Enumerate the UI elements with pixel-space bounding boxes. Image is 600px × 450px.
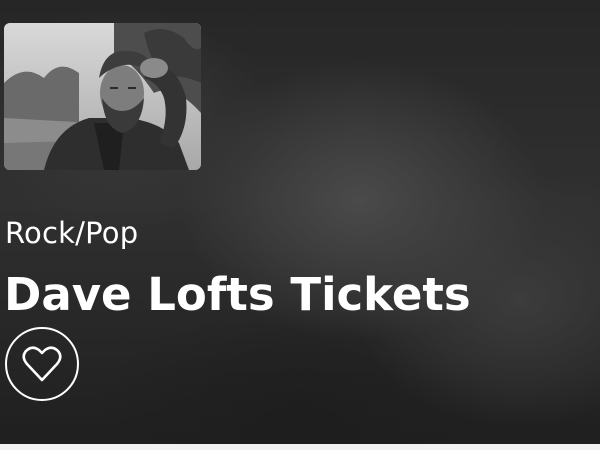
favorite-button[interactable] — [5, 327, 79, 401]
artist-hero-banner: Rock/Pop Dave Lofts Tickets — [0, 0, 600, 450]
page-title: Dave Lofts Tickets — [4, 268, 471, 321]
heart-outline-icon — [22, 345, 62, 383]
genre-label: Rock/Pop — [5, 216, 139, 250]
artist-photo — [4, 23, 201, 170]
